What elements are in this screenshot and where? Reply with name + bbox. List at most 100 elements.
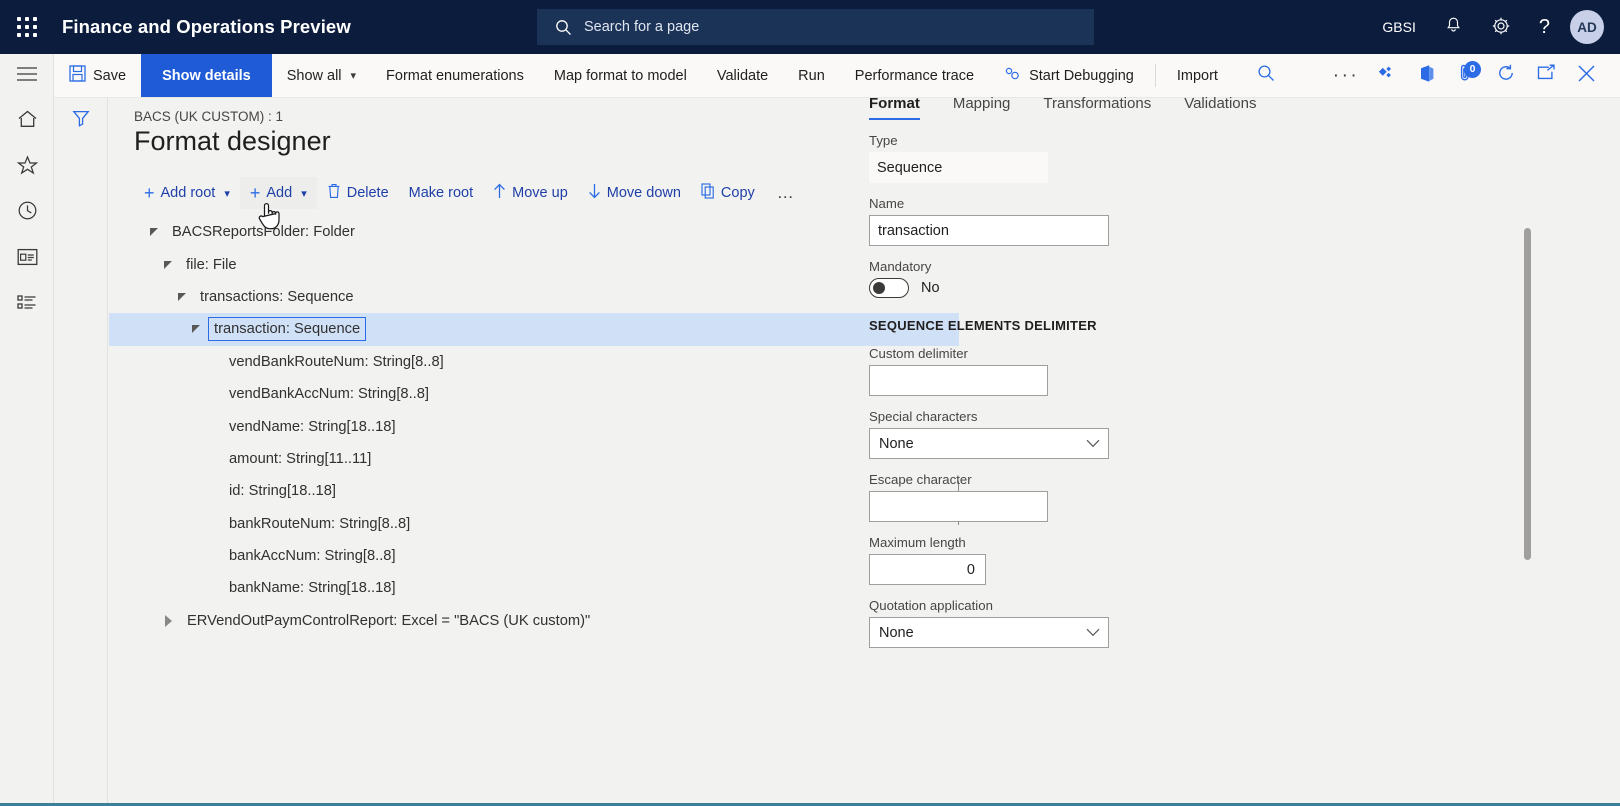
quotation-application-select[interactable]: None [869,617,1109,648]
tree-node-label: bankName: String[18..18] [226,579,399,597]
expand-caret-icon[interactable] [150,228,158,236]
delete-button[interactable]: Delete [317,177,399,209]
tree-overflow-button[interactable]: … [765,177,808,209]
page-title: Format designer [134,126,331,157]
tab-transformations[interactable]: Transformations [1043,95,1151,120]
collapse-caret-icon[interactable] [165,615,173,627]
sidebar-item-modules[interactable] [0,282,54,328]
overflow-ellipsis-icon: ··· [1333,70,1359,81]
tree-node-selected[interactable]: transaction: Sequence [109,313,959,345]
detail-panel-scrollbar-thumb[interactable] [1524,228,1531,560]
expand-caret-icon[interactable] [178,293,186,301]
move-down-label: Move down [607,185,681,201]
map-format-to-model-button[interactable]: Map format to model [539,54,702,97]
avatar[interactable]: AD [1570,10,1604,44]
left-nav-rail [0,54,54,806]
tree-node-label: id: String[18..18] [226,482,339,500]
chevron-down-icon [1086,626,1100,640]
chevron-down-icon: ▾ [301,187,307,200]
question-mark-icon: ? [1539,17,1550,37]
tree-node[interactable]: bankAccNum: String[8..8] [109,540,959,572]
tree-node-label: vendName: String[18..18] [226,418,399,436]
copy-label: Copy [721,185,755,201]
tree-node-label: bankRouteNum: String[8..8] [226,515,413,533]
mandatory-toggle[interactable] [869,278,909,298]
custom-delimiter-input[interactable] [869,365,1048,396]
company-selector[interactable]: GBSI [1368,0,1429,54]
search-icon [1257,64,1275,87]
expand-caret-icon[interactable] [192,325,200,333]
search-icon [555,19,572,36]
tree-node[interactable]: transactions: Sequence [109,281,959,313]
tree-node-label: BACSReportsFolder: Folder [169,223,358,241]
type-field: Type Sequence [869,133,1511,183]
validate-button[interactable]: Validate [702,54,783,97]
escape-character-input[interactable] [869,491,1048,522]
tree-node[interactable]: bankName: String[18..18] [109,572,959,604]
quotation-application-label: Quotation application [869,598,1511,613]
name-label: Name [869,196,1511,211]
home-icon [17,109,38,134]
run-button[interactable]: Run [783,54,840,97]
tab-format[interactable]: Format [869,95,920,120]
tree-node-label: vendBankAccNum: String[8..8] [226,385,432,403]
special-characters-value: None [879,436,914,452]
make-root-button[interactable]: Make root [399,177,483,209]
show-details-button[interactable]: Show details [141,54,272,97]
move-down-button[interactable]: Move down [578,177,691,209]
refresh-icon [1496,63,1516,88]
type-label: Type [869,133,1511,148]
open-in-new-window-icon [1536,64,1556,87]
tree-node[interactable]: bankRouteNum: String[8..8] [109,508,959,540]
global-search-box[interactable]: Search for a page [537,9,1094,45]
maximum-length-input[interactable]: 0 [869,554,986,585]
escape-character-field: Escape character [869,472,1511,522]
workspace-icon [17,248,38,271]
special-characters-field: Special characters None [869,409,1511,459]
sidebar-item-home[interactable] [0,98,54,144]
add-root-button[interactable]: + Add root ▾ [134,177,240,209]
tree-node[interactable]: amount: String[11..11] [109,443,959,475]
toggle-knob [873,282,885,294]
expand-caret-icon[interactable] [164,261,172,269]
show-all-button[interactable]: Show all ▾ [272,54,371,97]
plus-icon: + [250,184,261,202]
add-button[interactable]: + Add ▾ [240,177,317,209]
settings-button[interactable] [1477,0,1525,54]
copy-pages-icon [701,183,715,203]
waffle-menu-button[interactable] [0,0,54,54]
tree-node[interactable]: BACSReportsFolder: Folder [109,216,959,248]
tab-validations[interactable]: Validations [1184,95,1256,120]
tree-node[interactable]: ERVendOutPaymControlReport: Excel = "BAC… [109,605,959,637]
format-enumerations-button[interactable]: Format enumerations [371,54,539,97]
sidebar-item-recent[interactable] [0,190,54,236]
sidebar-item-favorites[interactable] [0,144,54,190]
name-field: Name transaction [869,196,1511,246]
arrow-up-icon [493,183,506,203]
tree-node[interactable]: vendBankRouteNum: String[8..8] [109,346,959,378]
attachment-count-badge: 0 [1464,61,1481,78]
tree-node[interactable]: id: String[18..18] [109,475,959,507]
close-button[interactable] [1566,54,1606,98]
name-input[interactable]: transaction [869,215,1109,246]
save-button[interactable]: Save [54,54,141,97]
hamburger-menu-button[interactable] [0,54,54,98]
close-icon [1577,64,1596,88]
open-in-new-window-button[interactable] [1526,54,1566,98]
special-characters-select[interactable]: None [869,428,1109,459]
tree-node[interactable]: vendName: String[18..18] [109,410,959,442]
tab-mapping[interactable]: Mapping [953,95,1011,120]
help-button[interactable]: ? [1525,0,1564,54]
arrow-down-icon [588,183,601,203]
move-up-button[interactable]: Move up [483,177,578,209]
tree-node[interactable]: file: File [109,248,959,280]
mandatory-label: Mandatory [869,259,1511,274]
format-tree: BACSReportsFolder: Folder file: File tra… [109,216,959,637]
notifications-button[interactable] [1430,0,1477,54]
sidebar-item-workspaces[interactable] [0,236,54,282]
tree-node[interactable]: vendBankAccNum: String[8..8] [109,378,959,410]
hamburger-icon [17,67,37,86]
copy-button[interactable]: Copy [691,177,765,209]
filter-button[interactable] [54,98,108,142]
quotation-application-field: Quotation application None [869,598,1511,648]
